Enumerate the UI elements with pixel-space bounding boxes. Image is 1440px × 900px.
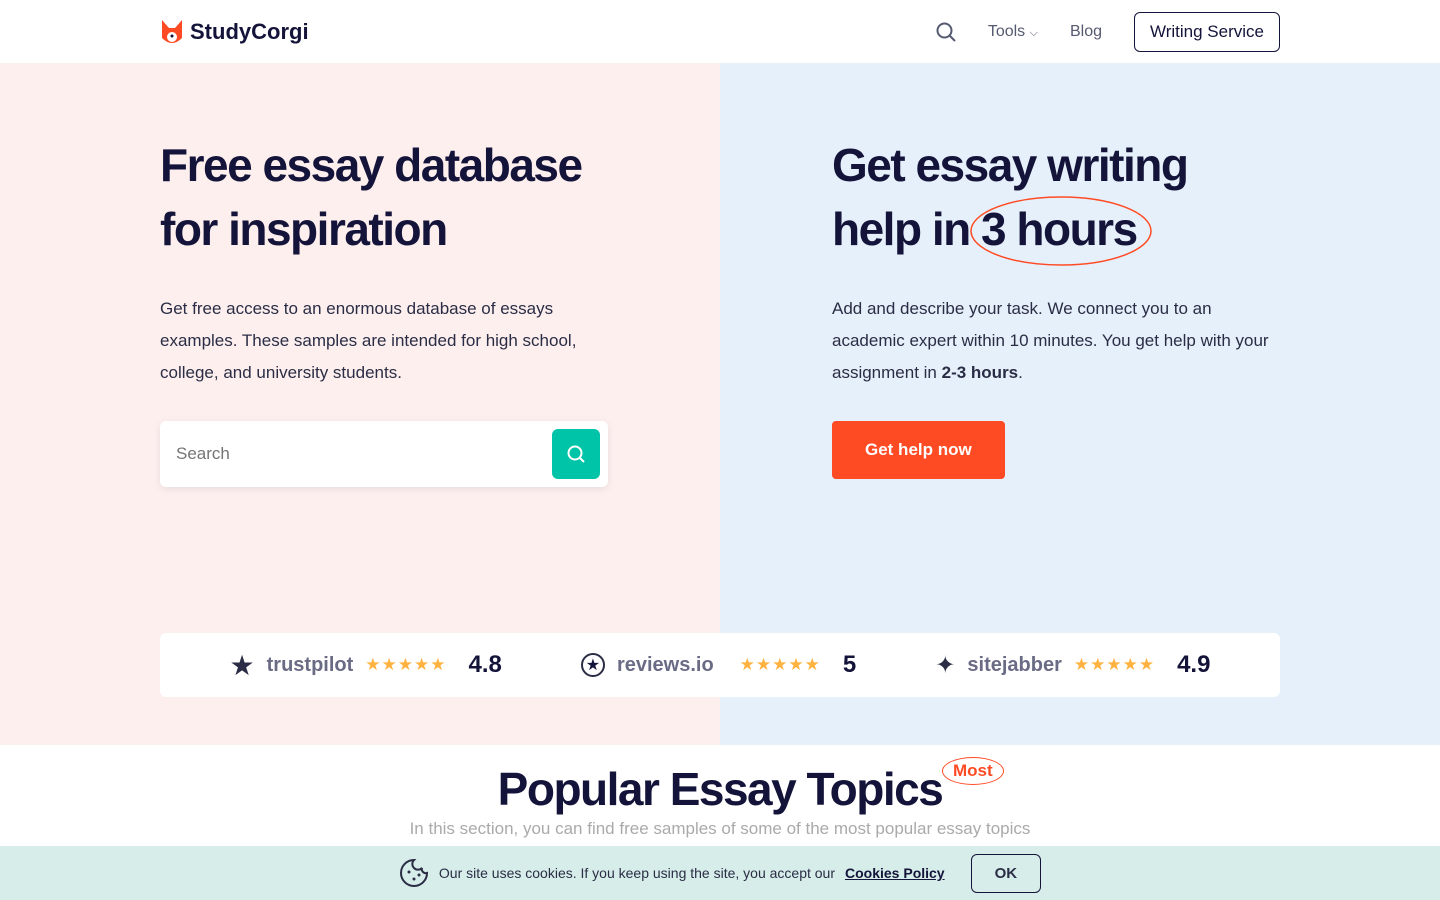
- most-badge: Most: [942, 757, 1004, 785]
- search-box: [160, 421, 608, 487]
- search-icon: [567, 445, 585, 463]
- popular-topics-title: Popular Essay Topics Most: [0, 757, 1440, 815]
- tools-menu[interactable]: Tools ⌵: [988, 23, 1038, 41]
- stars: ★★★★★: [365, 655, 447, 674]
- search-input[interactable]: [176, 444, 536, 464]
- circle-decoration-icon: [970, 196, 1152, 266]
- search-icon[interactable]: [936, 22, 956, 42]
- blog-link[interactable]: Blog: [1070, 23, 1102, 41]
- cookie-text: Our site uses cookies. If you keep using…: [438, 865, 835, 881]
- cookies-policy-link[interactable]: Cookies Policy: [845, 865, 945, 881]
- ratings-bar: ★ trustpilot ★★★★★ 4.8 ★ reviews.io ★★★★★ 5 ✦ s…: [160, 633, 1280, 697]
- logo[interactable]: StudyCorgi: [160, 18, 309, 46]
- rating-sitejabber[interactable]: ✦ sitejabber ★★★★★ 4.9: [935, 651, 1210, 680]
- right-description: Add and describe your task. We connect y…: [832, 299, 1269, 382]
- popular-subtitle: In this section, you can find free sampl…: [409, 819, 1031, 838]
- left-title: Free essay database for inspiration: [160, 139, 583, 255]
- chevron-down-icon: ⌵: [1029, 26, 1038, 39]
- corgi-logo-icon: [162, 19, 182, 43]
- brand-name: StudyCorgi: [190, 18, 309, 44]
- cookie-icon: [399, 858, 428, 887]
- cookie-ok-button[interactable]: OK: [970, 853, 1042, 893]
- writing-service-button[interactable]: Writing Service: [1134, 11, 1280, 52]
- reviewsio-icon: ★: [580, 653, 605, 677]
- rating-trustpilot[interactable]: ★ trustpilot ★★★★★ 4.8: [230, 649, 502, 682]
- sitejabber-icon: ✦: [935, 651, 956, 679]
- cookie-banner: Our site uses cookies. If you keep using…: [0, 846, 1440, 900]
- right-title: Get essay writing help in 3 hours: [832, 133, 1232, 266]
- stars: ★★★★★: [739, 655, 821, 674]
- left-description: Get free access to an enormous database …: [160, 299, 577, 382]
- search-button[interactable]: [552, 429, 600, 479]
- trustpilot-star-icon: ★: [229, 649, 255, 681]
- rating-reviewsio[interactable]: ★ reviews.io ★★★★★ 5: [580, 651, 856, 679]
- get-help-now-button[interactable]: Get help now: [832, 421, 1005, 479]
- stars: ★★★★★: [1073, 655, 1156, 674]
- header: StudyCorgi Tools ⌵ Blog Writing Service: [0, 0, 1440, 63]
